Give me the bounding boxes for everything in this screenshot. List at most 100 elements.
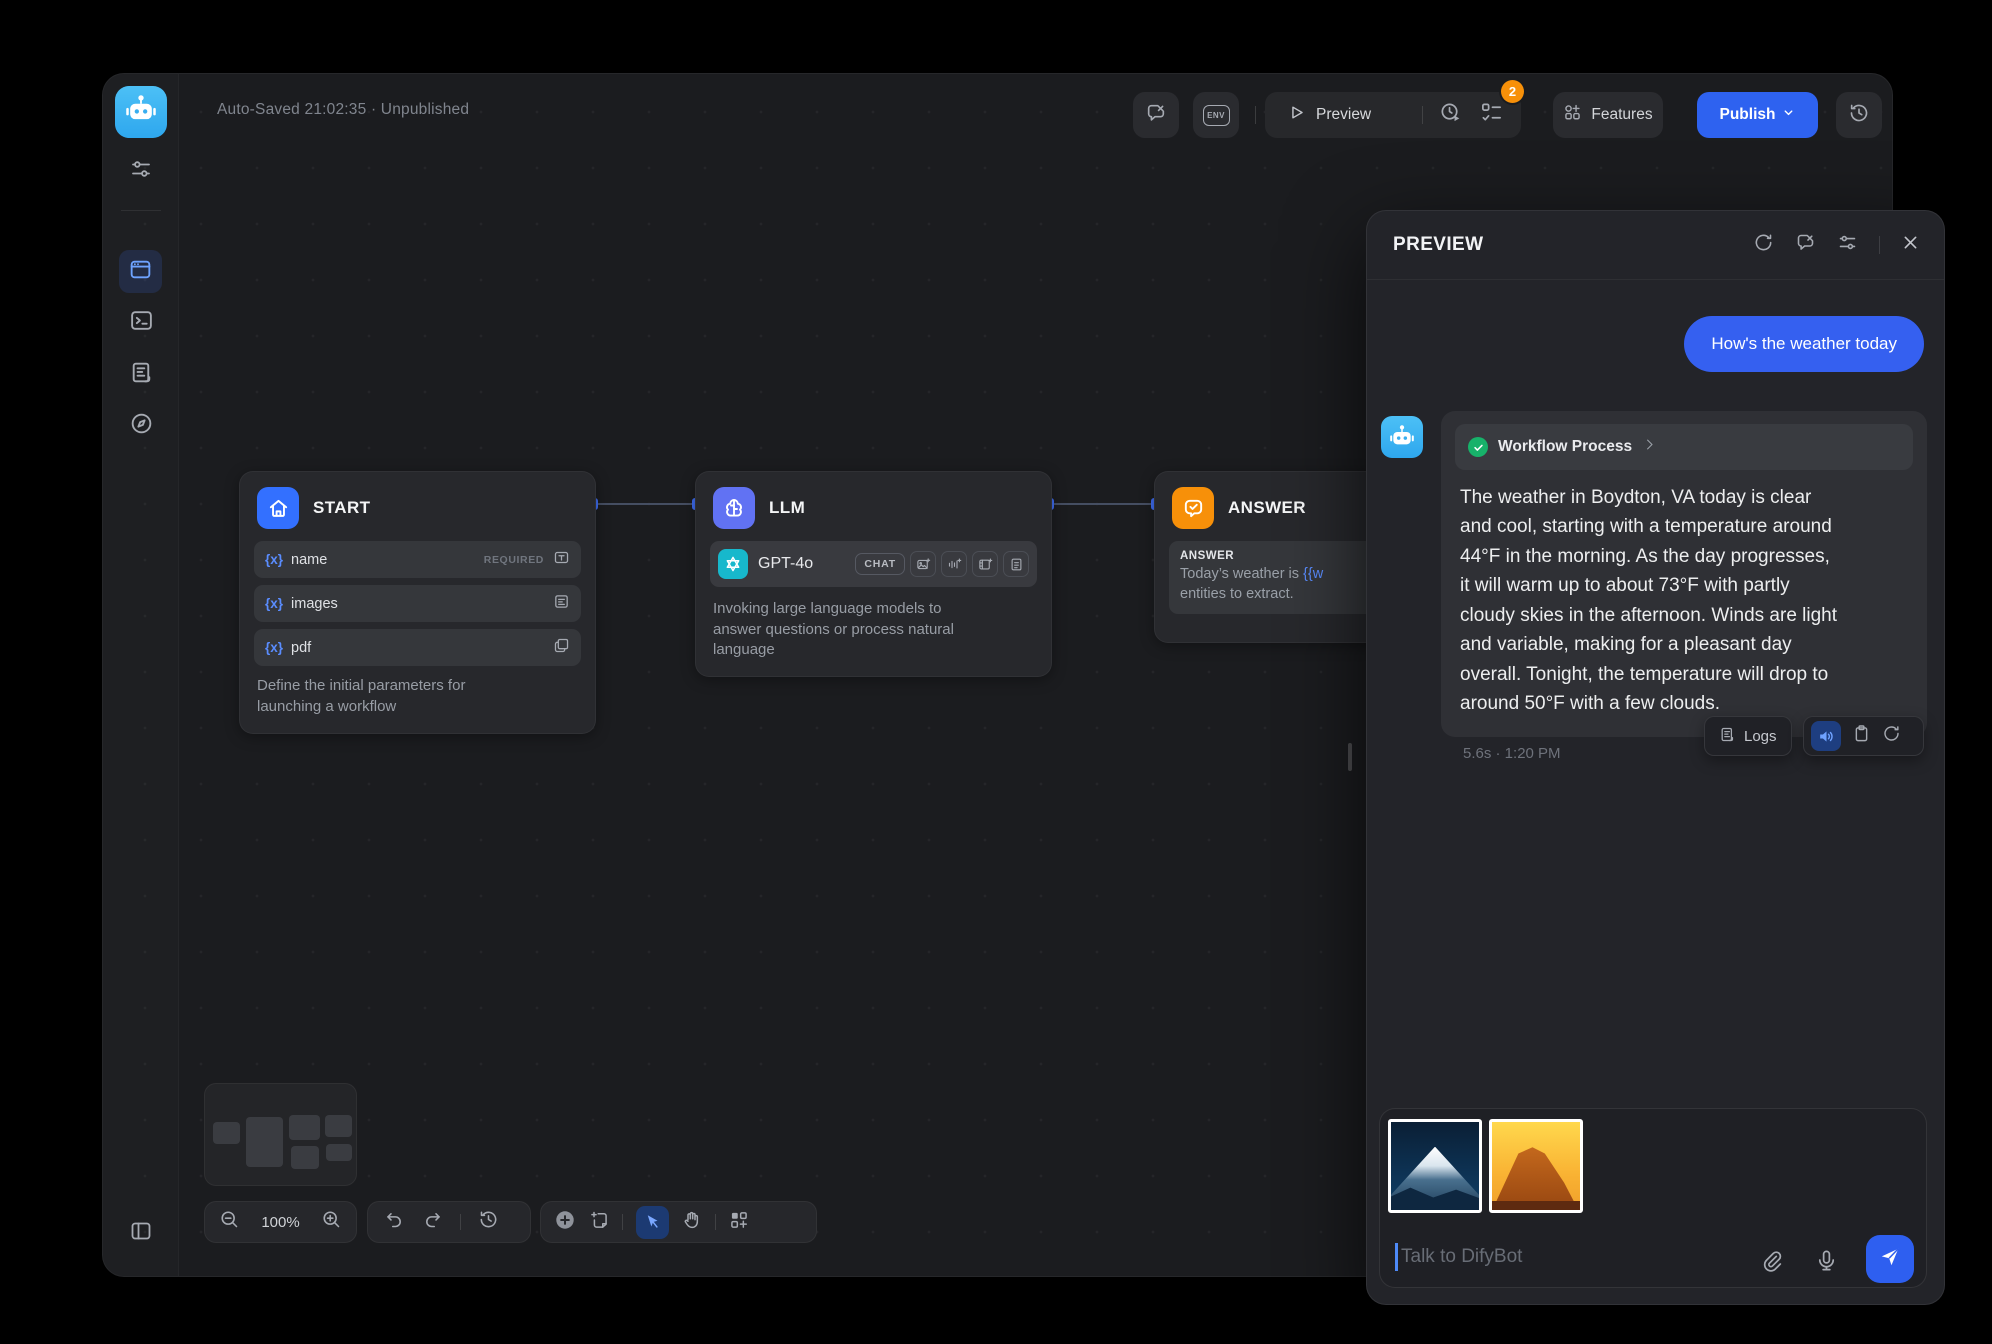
node-start-description: Define the initial parameters for launch…: [257, 676, 578, 717]
send-icon: [1879, 1246, 1901, 1273]
chat-input[interactable]: [1401, 1237, 1731, 1277]
user-message-bubble: How's the weather today: [1684, 316, 1924, 372]
annotation-button[interactable]: [1133, 92, 1179, 138]
sidebar: [103, 74, 179, 1276]
preview-panel: PREVIEW How's the weather today Workflow…: [1366, 210, 1945, 1305]
sidebar-item-orchestrate[interactable]: [119, 250, 162, 293]
text-input-icon: [553, 549, 570, 571]
run-group: Preview: [1265, 92, 1521, 138]
preview-title: PREVIEW: [1393, 234, 1483, 256]
zoom-level[interactable]: 100%: [261, 1214, 299, 1231]
variable-icon: {x}: [265, 640, 283, 655]
node-answer-title: ANSWER: [1228, 498, 1306, 518]
chevron-right-icon: [1642, 437, 1657, 457]
annotation-button[interactable]: [1795, 232, 1816, 258]
success-check-icon: [1468, 437, 1488, 457]
sidebar-item-logs[interactable]: [128, 362, 154, 388]
organize-nodes-button[interactable]: [729, 1210, 749, 1235]
node-llm-title: LLM: [769, 498, 805, 518]
node-start[interactable]: START {x} name REQUIRED {x} images {x} p…: [239, 471, 596, 734]
logs-button[interactable]: Logs: [1704, 716, 1792, 756]
close-panel-button[interactable]: [1901, 233, 1920, 257]
start-var-pdf[interactable]: {x} pdf: [254, 629, 581, 666]
attachment-thumbnail-dune[interactable]: [1489, 1119, 1583, 1213]
regenerate-button[interactable]: [1882, 724, 1901, 748]
node-llm-description: Invoking large language models to answer…: [713, 599, 1034, 661]
node-start-title: START: [313, 498, 370, 518]
sidebar-item-monitoring[interactable]: [128, 413, 154, 439]
attachment-thumbnail-mountain[interactable]: [1388, 1119, 1482, 1213]
files-icon: [553, 637, 570, 659]
toolbar-divider: [1255, 106, 1256, 124]
play-icon: [1287, 103, 1306, 127]
speaker-button[interactable]: [1811, 721, 1841, 751]
edge-llm-answer[interactable]: [1052, 503, 1154, 505]
sidebar-item-api[interactable]: [128, 310, 154, 336]
variable-icon: {x}: [265, 596, 283, 611]
history-controls: [367, 1201, 531, 1243]
message-meta: 5.6s · 1:20 PM: [1463, 745, 1561, 762]
features-label: Features: [1591, 106, 1652, 124]
version-history-button[interactable]: [1836, 92, 1882, 138]
chevron-down-icon: [1782, 106, 1795, 124]
edge-start-llm[interactable]: [596, 503, 695, 505]
env-button[interactable]: ENV: [1193, 92, 1239, 138]
hand-mode-button[interactable]: [682, 1210, 702, 1235]
group-divider: [1422, 106, 1423, 124]
copy-button[interactable]: [1852, 724, 1871, 748]
model-selector[interactable]: GPT-4o CHAT: [710, 541, 1037, 587]
publish-button[interactable]: Publish: [1697, 92, 1818, 138]
bot-message-text: The weather in Boydton, VA today is clea…: [1460, 483, 1908, 719]
workflow-process-toggle[interactable]: Workflow Process: [1455, 424, 1913, 470]
settings-button[interactable]: [1837, 232, 1858, 258]
mic-button[interactable]: [1814, 1248, 1838, 1272]
openai-icon: [718, 549, 748, 579]
start-var-name[interactable]: {x} name REQUIRED: [254, 541, 581, 578]
sidebar-item-tune[interactable]: [128, 158, 154, 184]
history-icon: [1848, 102, 1870, 129]
checklist-badge: 2: [1501, 80, 1524, 103]
restart-conversation-button[interactable]: [1753, 232, 1774, 258]
document-capability-icon[interactable]: [1003, 551, 1029, 577]
zoom-out-button[interactable]: [219, 1209, 240, 1235]
add-node-button[interactable]: [554, 1209, 576, 1236]
tool-controls: [540, 1201, 817, 1243]
answer-check-icon: [1172, 487, 1214, 529]
logs-icon: [1719, 726, 1736, 747]
minimap[interactable]: [204, 1083, 357, 1186]
zoom-in-button[interactable]: [321, 1209, 342, 1235]
message-actions: [1803, 716, 1924, 756]
run-history-button[interactable]: [1439, 101, 1462, 129]
brain-icon: [713, 487, 755, 529]
undo-button[interactable]: [384, 1209, 405, 1235]
text-caret: [1395, 1243, 1398, 1271]
attach-button[interactable]: [1759, 1248, 1783, 1272]
audio-capability-icon[interactable]: [941, 551, 967, 577]
canvas-scrollbar[interactable]: [1348, 743, 1352, 771]
video-capability-icon[interactable]: [972, 551, 998, 577]
vision-capability-icon[interactable]: [910, 551, 936, 577]
logs-icon: [129, 360, 154, 390]
tune-icon: [129, 157, 153, 186]
terminal-icon: [129, 308, 154, 338]
features-button[interactable]: Features: [1553, 92, 1663, 138]
preview-header: PREVIEW: [1367, 211, 1944, 280]
checklist-button[interactable]: [1480, 101, 1503, 129]
node-llm[interactable]: LLM GPT-4o CHAT Invoking large language …: [695, 471, 1052, 677]
preview-button[interactable]: Preview: [1316, 106, 1371, 124]
send-button[interactable]: [1866, 1235, 1914, 1283]
robot-icon: [121, 90, 161, 135]
chat-input-area: [1379, 1108, 1927, 1288]
collapse-icon: [129, 1219, 153, 1248]
add-note-button[interactable]: [589, 1210, 609, 1235]
collapse-sidebar-button[interactable]: [128, 1220, 154, 1246]
required-tag: REQUIRED: [484, 554, 544, 566]
pointer-mode-button[interactable]: [636, 1206, 669, 1239]
redo-button[interactable]: [422, 1209, 443, 1235]
change-history-button[interactable]: [478, 1209, 499, 1235]
mode-badge: CHAT: [855, 553, 905, 575]
start-var-images[interactable]: {x} images: [254, 585, 581, 622]
node-start-header: START: [240, 472, 595, 541]
app-logo[interactable]: [115, 86, 167, 138]
sidebar-divider: [121, 210, 161, 211]
